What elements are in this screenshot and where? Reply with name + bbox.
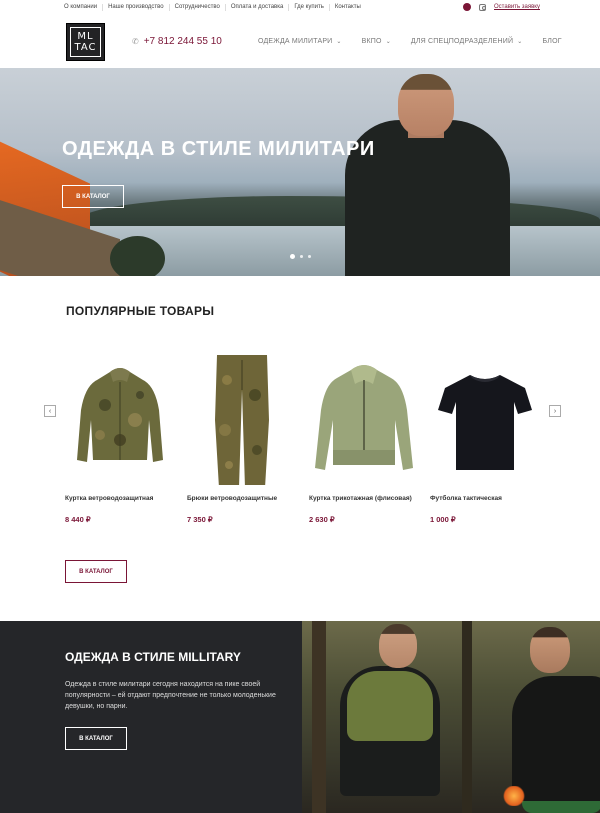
top-links: О компании Наше производство Сотрудничес… (64, 4, 366, 11)
header: ML TAC ✆ +7 812 244 55 10 Одежда милитар… (0, 15, 600, 68)
top-link-contacts[interactable]: Контакты (328, 4, 366, 11)
promo-text: Одежда в стиле милитари сегодня находитс… (65, 681, 276, 710)
main-nav: Одежда милитари ⌄ ВКПО ⌄ Для спецподразд… (258, 38, 582, 45)
logo-frame: ML TAC (70, 27, 101, 57)
top-right: Оставить заявку (463, 3, 540, 11)
hero-bg-forest (80, 196, 600, 226)
nav-label: Блог (542, 38, 562, 45)
logo-line-1: ML (77, 31, 94, 42)
nav-item-military[interactable]: Одежда милитари ⌄ (258, 38, 342, 45)
nav-item-vkpo[interactable]: ВКПО ⌄ (362, 38, 391, 45)
callback-link[interactable]: Оставить заявку (494, 4, 540, 10)
chevron-down-icon: ⌄ (385, 39, 391, 45)
chevron-down-icon: ⌄ (336, 39, 342, 45)
product-image-jacket[interactable] (65, 350, 175, 485)
product-price: 7 350 ₽ (187, 515, 213, 524)
chevron-right-icon: › (553, 407, 557, 415)
slider-dots (290, 254, 311, 259)
photo-model-2-body (512, 676, 600, 801)
phone-icon: ✆ (132, 37, 139, 46)
hero-banner: ОДЕЖДА В СТИЛЕ МИЛИТАРИ В каталог (0, 68, 600, 276)
hero-title: ОДЕЖДА В СТИЛЕ МИЛИТАРИ (62, 138, 375, 160)
promo-catalog-button[interactable]: В каталог (65, 727, 127, 750)
phone[interactable]: ✆ +7 812 244 55 10 (132, 36, 222, 47)
nav-label: ВКПО (361, 38, 382, 45)
promo-photo (302, 621, 600, 813)
photo-bg-tree (312, 621, 326, 813)
top-bar: О компании Наше производство Сотрудничес… (0, 0, 600, 15)
chevron-down-icon: ⌄ (517, 39, 523, 45)
product-image-trousers[interactable] (187, 350, 297, 485)
promo-title: ОДЕЖДА В СТИЛЕ MILLITARY (65, 650, 241, 664)
nav-item-blog[interactable]: Блог (543, 38, 562, 45)
hero-catalog-button[interactable]: В каталог (62, 185, 124, 208)
phone-number: +7 812 244 55 10 (143, 36, 222, 47)
product-name[interactable]: Куртка трикотажная (флисовая) (309, 495, 429, 502)
product-price: 8 440 ₽ (65, 515, 91, 524)
product-image-tshirt[interactable] (430, 350, 540, 485)
slider-dot[interactable] (290, 254, 295, 259)
nav-label: Для спецподразделений (410, 38, 514, 45)
logo-line-2: TAC (74, 42, 97, 53)
nav-label: Одежда милитари (258, 38, 333, 45)
photo-bg-tree (462, 621, 472, 813)
logo[interactable]: ML TAC (66, 23, 105, 61)
carousel-prev-button[interactable]: ‹ (44, 405, 56, 417)
photo-model-1-vest (347, 671, 433, 741)
product-name[interactable]: Куртка ветроводозащитная (65, 495, 185, 502)
slider-dot[interactable] (308, 255, 311, 258)
top-link-cooperation[interactable]: Сотрудничество (168, 4, 225, 11)
product-name[interactable]: Брюки ветроводозащитные (187, 495, 307, 502)
carousel-next-button[interactable]: › (549, 405, 561, 417)
promo-panel: ОДЕЖДА В СТИЛЕ MILLITARY Одежда в стиле … (0, 621, 302, 813)
popular-title: ПОПУЛЯРНЫЕ ТОВАРЫ (66, 304, 215, 318)
popular-catalog-button[interactable]: В каталог (65, 560, 127, 583)
product-image-fleece[interactable] (309, 350, 419, 485)
nav-item-special-forces[interactable]: Для спецподразделений ⌄ (411, 38, 523, 45)
viber-icon[interactable] (463, 3, 472, 11)
product-price: 2 630 ₽ (309, 515, 335, 524)
top-link-where-to-buy[interactable]: Где купить (288, 4, 329, 11)
top-link-payment[interactable]: Оплата и доставка (224, 4, 288, 11)
top-link-production[interactable]: Наше производство (102, 4, 169, 11)
chevron-left-icon: ‹ (48, 407, 52, 415)
hero-bg-bush (110, 236, 165, 276)
photo-model-1-head (379, 624, 417, 668)
instagram-icon[interactable] (479, 3, 487, 11)
slider-dot[interactable] (300, 255, 303, 258)
photo-model-2-head (530, 627, 570, 673)
product-price: 1 000 ₽ (430, 515, 456, 524)
top-link-about[interactable]: О компании (64, 4, 102, 11)
photo-campfire (502, 786, 526, 806)
hero-model-head (398, 74, 454, 136)
product-name[interactable]: Футболка тактическая (430, 495, 550, 502)
